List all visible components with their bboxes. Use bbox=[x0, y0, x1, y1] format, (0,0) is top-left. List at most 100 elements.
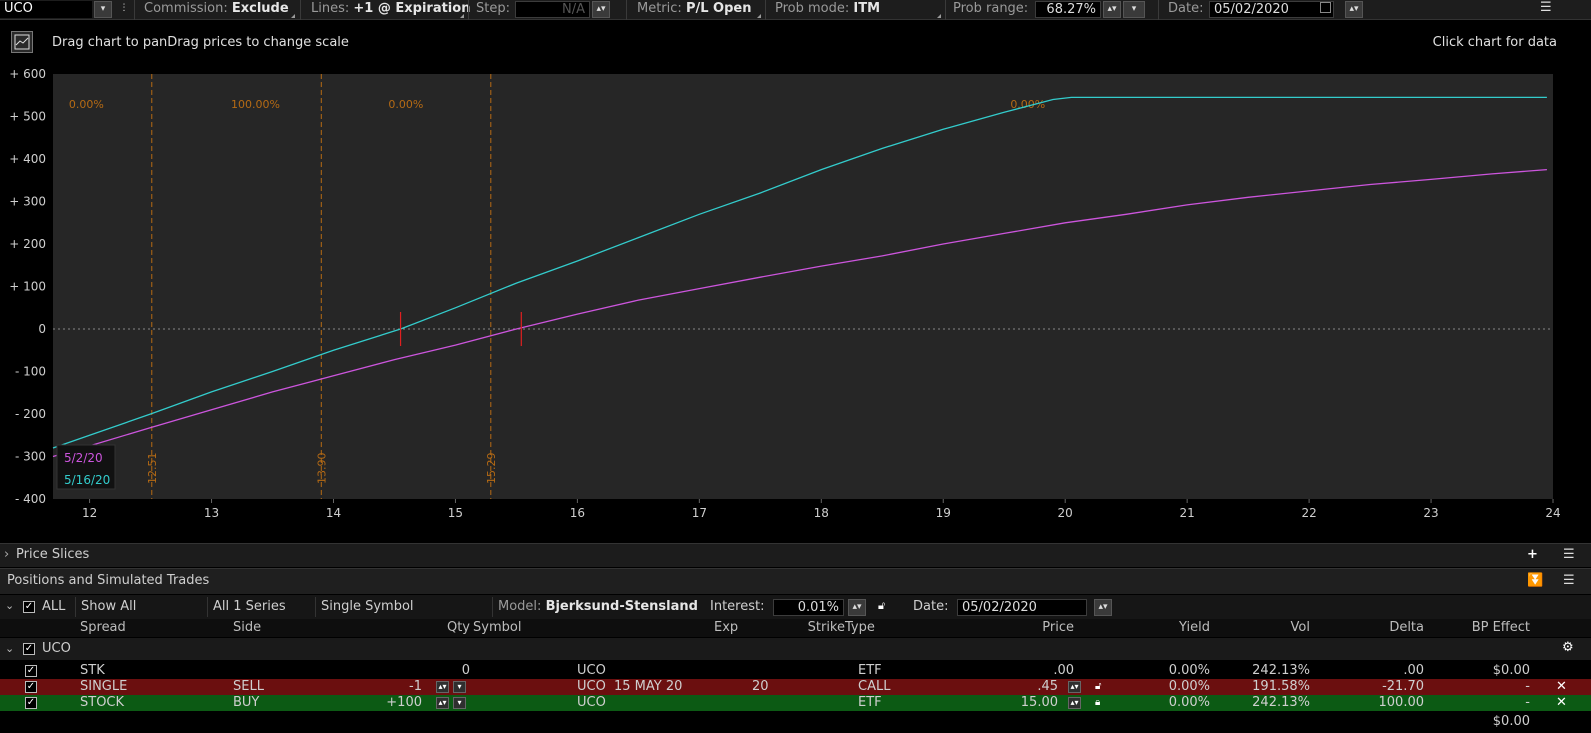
filter-chevron-icon[interactable]: ⌄ bbox=[5, 599, 14, 612]
col-delta[interactable]: Delta bbox=[1360, 619, 1424, 637]
interest-spinner[interactable]: ▴▾ bbox=[848, 599, 866, 616]
group-checkbox[interactable]: ✓ bbox=[23, 643, 35, 655]
symbol-dropdown-button[interactable]: ▾ bbox=[94, 1, 112, 18]
col-strike[interactable]: Strike bbox=[800, 619, 845, 637]
remove-row-icon[interactable]: ✕ bbox=[1556, 679, 1567, 695]
calendar-icon[interactable] bbox=[1320, 2, 1331, 13]
qty-spinner-icon[interactable]: ▴▾ bbox=[436, 681, 449, 693]
row-side[interactable]: SELL bbox=[233, 679, 264, 695]
collapse-icon[interactable]: ⏬ bbox=[1527, 570, 1543, 592]
row-delta: -21.70 bbox=[1382, 679, 1424, 694]
step-spinner[interactable]: ▴▾ bbox=[592, 1, 610, 18]
positions-date-spinner[interactable]: ▴▾ bbox=[1094, 599, 1112, 616]
price-slices-label: Price Slices bbox=[16, 547, 90, 562]
qty-dropdown-icon[interactable]: ▾ bbox=[453, 697, 466, 709]
group-label: UCO bbox=[42, 641, 71, 656]
positions-date-input[interactable]: 05/02/2020 bbox=[957, 599, 1087, 616]
all-checkbox[interactable]: ✓ bbox=[23, 601, 35, 613]
plot-area[interactable] bbox=[53, 74, 1553, 499]
price-slices-bar[interactable]: › Price Slices + ☰ bbox=[0, 543, 1591, 567]
group-row[interactable]: ⌄ ✓ UCO ⚙ bbox=[0, 638, 1591, 660]
positions-date-label: Date: bbox=[913, 599, 949, 614]
slices-menu-icon[interactable]: ☰ bbox=[1563, 544, 1575, 566]
pl-chart[interactable]: + 600 + 500 + 400 + 300 + 200 + 100 0 - 100 - 20… bbox=[0, 69, 1591, 544]
model-value: Bjerksund-Stensland bbox=[545, 599, 698, 614]
table-row[interactable]: ✓ STK 0 UCO ETF .00 0.00% 242.13% .00 $0… bbox=[0, 663, 1591, 679]
row-spread: SINGLE bbox=[80, 679, 128, 694]
price-spinner-icon[interactable]: ▴▾ bbox=[1068, 697, 1081, 709]
row-checkbox[interactable]: ✓ bbox=[25, 681, 37, 693]
interest-input[interactable]: 0.01% bbox=[773, 599, 844, 616]
date-spinner[interactable]: ▴▾ bbox=[1345, 1, 1363, 18]
row-price[interactable]: 15.00 bbox=[1000, 695, 1058, 711]
row-checkbox[interactable]: ✓ bbox=[25, 665, 37, 677]
price-lock-icon[interactable]: 🔓︎ bbox=[1095, 679, 1101, 695]
price-spinner-icon[interactable]: ▴▾ bbox=[1068, 681, 1081, 693]
probmode-label: Prob mode: bbox=[775, 1, 850, 16]
settings-gear-icon[interactable]: ⚙ bbox=[1562, 640, 1574, 655]
menu-icon[interactable]: ☰ bbox=[1540, 0, 1552, 15]
positions-title: Positions and Simulated Trades bbox=[7, 573, 210, 588]
group-chevron-icon[interactable]: ⌄ bbox=[5, 642, 14, 655]
col-spread[interactable]: Spread bbox=[80, 619, 126, 637]
single-symbol-dropdown[interactable]: Single Symbol bbox=[315, 597, 487, 617]
row-type[interactable]: CALL bbox=[858, 679, 890, 695]
qty-spinner-icon[interactable]: ▴▾ bbox=[436, 697, 449, 709]
lock-icon[interactable]: 🔓︎ bbox=[878, 599, 885, 613]
col-exp[interactable]: Exp bbox=[714, 619, 738, 637]
prob-percent-label: 0.00% bbox=[388, 98, 423, 111]
probrange-input[interactable]: 68.27% bbox=[1035, 1, 1101, 18]
price-lock-icon[interactable]: 🔒︎ bbox=[1095, 695, 1100, 711]
symbol-field[interactable]: UCO bbox=[0, 1, 92, 18]
show-all-dropdown[interactable]: Show All bbox=[75, 597, 203, 617]
row-qty[interactable]: -1 bbox=[380, 679, 422, 695]
col-price[interactable]: Price bbox=[1020, 619, 1074, 637]
col-symbol[interactable]: Symbol bbox=[473, 619, 521, 637]
col-type[interactable]: Type bbox=[845, 619, 875, 637]
col-vol[interactable]: Vol bbox=[1260, 619, 1310, 637]
row-exp[interactable]: 15 MAY 20 bbox=[614, 679, 682, 695]
symbol-link-icon[interactable]: ⋮ bbox=[118, 1, 130, 18]
remove-row-icon[interactable]: ✕ bbox=[1556, 695, 1567, 711]
metric-dropdown[interactable]: Metric: P/L Open bbox=[637, 0, 751, 20]
col-yield[interactable]: Yield bbox=[1160, 619, 1210, 637]
add-slice-icon[interactable]: + bbox=[1527, 544, 1538, 566]
pl-chart-svg[interactable]: + 600 + 500 + 400 + 300 + 200 + 100 0 - 100 - 20… bbox=[0, 69, 1591, 544]
step-input[interactable]: N/A bbox=[515, 1, 590, 18]
row-checkbox[interactable]: ✓ bbox=[25, 697, 37, 709]
row-vol: 191.58% bbox=[1252, 679, 1310, 694]
row-yield: 0.00% bbox=[1168, 695, 1210, 710]
row-symbol: UCO bbox=[577, 695, 606, 710]
series-value: All 1 Series bbox=[213, 599, 286, 614]
series-dropdown[interactable]: All 1 Series bbox=[207, 597, 311, 617]
col-side[interactable]: Side bbox=[233, 619, 261, 637]
probrange-dropdown[interactable]: ▾ bbox=[1123, 1, 1145, 18]
row-price[interactable]: .45 bbox=[1000, 679, 1058, 695]
row-vol: 242.13% bbox=[1252, 695, 1310, 710]
y-tick-label: + 500 bbox=[9, 110, 46, 124]
qty-dropdown-icon[interactable]: ▾ bbox=[453, 681, 466, 693]
chart-icon[interactable] bbox=[11, 31, 33, 53]
probmode-dropdown[interactable]: Prob mode: ITM bbox=[775, 0, 880, 20]
row-qty[interactable]: +100 bbox=[380, 695, 422, 711]
row-side[interactable]: BUY bbox=[233, 695, 259, 711]
col-qty[interactable]: Qty bbox=[440, 619, 470, 637]
positions-column-headers: Spread Side Qty Symbol Exp Strike Type P… bbox=[0, 619, 1591, 637]
positions-menu-icon[interactable]: ☰ bbox=[1563, 570, 1575, 592]
x-tick-label: 19 bbox=[936, 506, 951, 520]
row-price[interactable]: .00 bbox=[1020, 663, 1074, 679]
table-row[interactable]: ✓ STOCK BUY +100 ▴▾ ▾ UCO ETF 15.00 ▴▾ 🔒… bbox=[0, 695, 1591, 711]
row-strike[interactable]: 20 bbox=[752, 679, 769, 695]
table-row[interactable]: ✓ SINGLE SELL -1 ▴▾ ▾ UCO 15 MAY 20 20 C… bbox=[0, 679, 1591, 695]
model-dropdown[interactable]: Model: Bjerksund-Stensland bbox=[492, 597, 702, 617]
model-label: Model: bbox=[498, 599, 542, 614]
lines-dropdown[interactable]: Lines: +1 @ Expiration bbox=[311, 0, 470, 20]
date-input[interactable]: 05/02/2020 bbox=[1209, 1, 1334, 18]
probrange-spinner[interactable]: ▴▾ bbox=[1103, 1, 1121, 18]
expand-chevron-icon[interactable]: › bbox=[4, 544, 9, 566]
metric-value: P/L Open bbox=[685, 1, 752, 16]
prob-percent-label: 100.00% bbox=[231, 98, 280, 111]
col-bp-effect[interactable]: BP Effect bbox=[1450, 619, 1530, 637]
row-qty[interactable]: 0 bbox=[420, 663, 470, 679]
commission-dropdown[interactable]: Commission: Exclude bbox=[144, 0, 289, 20]
